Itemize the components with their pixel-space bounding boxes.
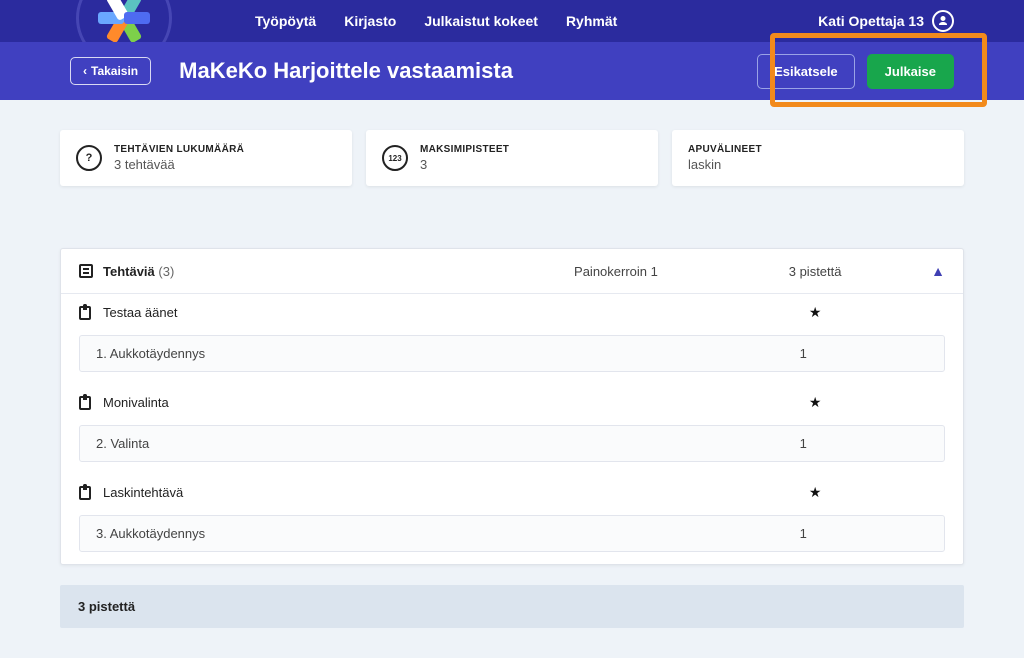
tasks-header-points: 3 pistettä <box>720 264 911 279</box>
summary-cards: ? TEHTÄVIEN LUKUMÄÄRÄ 3 tehtävää 123 MAK… <box>60 130 964 186</box>
task-item-points: 1 <box>712 526 895 541</box>
user-menu[interactable]: Kati Opettaja 13 <box>818 10 954 32</box>
task-group-row[interactable]: Laskintehtävä ★ <box>61 474 963 511</box>
card-task-count-value: 3 tehtävää <box>114 157 244 172</box>
top-nav: Työpöytä Kirjasto Julkaistut kokeet Ryhm… <box>0 0 1024 42</box>
back-button-label: Takaisin <box>91 64 138 78</box>
nav-item-library[interactable]: Kirjasto <box>344 13 396 29</box>
card-task-count-label: TEHTÄVIEN LUKUMÄÄRÄ <box>114 144 244 155</box>
user-name-label: Kati Opettaja 13 <box>818 13 924 29</box>
card-tools-value: laskin <box>688 157 948 172</box>
card-max-points: 123 MAKSIMIPISTEET 3 <box>366 130 658 186</box>
task-group-name: Laskintehtävä <box>103 485 183 500</box>
task-item-label: 1. Aukkotäydennys <box>96 346 512 361</box>
task-item-label: 2. Valinta <box>96 436 512 451</box>
action-button-group: Esikatsele Julkaise <box>757 54 954 89</box>
clipboard-icon <box>79 396 91 410</box>
nav-item-published[interactable]: Julkaistut kokeet <box>424 13 538 29</box>
nav-item-groups[interactable]: Ryhmät <box>566 13 617 29</box>
clipboard-icon <box>79 306 91 320</box>
points-123-icon: 123 <box>382 145 408 171</box>
task-group-name: Testaa äänet <box>103 305 177 320</box>
tasks-panel-header[interactable]: Tehtäviä (3) Painokerroin 1 3 pistettä ▲ <box>61 249 963 294</box>
card-max-points-label: MAKSIMIPISTEET <box>420 144 509 155</box>
task-item-row[interactable]: 3. Aukkotäydennys 1 <box>79 515 945 552</box>
preview-button[interactable]: Esikatsele <box>757 54 855 89</box>
task-item-points: 1 <box>712 346 895 361</box>
star-icon: ★ <box>809 304 822 320</box>
chevron-up-icon: ▲ <box>931 263 945 279</box>
page-subheader: ‹ Takaisin MaKeKo Harjoittele vastaamist… <box>0 42 1024 100</box>
publish-button[interactable]: Julkaise <box>867 54 954 89</box>
question-mark-icon: ? <box>76 145 102 171</box>
task-group-row[interactable]: Testaa äänet ★ <box>61 294 963 331</box>
total-points-bar: 3 pistettä <box>60 585 964 628</box>
collapse-toggle[interactable]: ▲ <box>910 263 945 279</box>
card-max-points-value: 3 <box>420 157 509 172</box>
clipboard-icon <box>79 486 91 500</box>
page-title: MaKeKo Harjoittele vastaamista <box>179 58 513 84</box>
card-task-count: ? TEHTÄVIEN LUKUMÄÄRÄ 3 tehtävää <box>60 130 352 186</box>
task-item-points: 1 <box>712 436 895 451</box>
task-item-row[interactable]: 2. Valinta 1 <box>79 425 945 462</box>
star-icon: ★ <box>809 484 822 500</box>
user-icon <box>932 10 954 32</box>
tasks-header-title: Tehtäviä <box>103 264 155 279</box>
task-item-label: 3. Aukkotäydennys <box>96 526 512 541</box>
task-group-name: Monivalinta <box>103 395 169 410</box>
nav-item-desktop[interactable]: Työpöytä <box>255 13 316 29</box>
star-icon: ★ <box>809 394 822 410</box>
list-icon <box>79 264 93 278</box>
task-group-row[interactable]: Monivalinta ★ <box>61 384 963 421</box>
card-tools-label: APUVÄLINEET <box>688 144 948 155</box>
card-tools: APUVÄLINEET laskin <box>672 130 964 186</box>
main-content: ? TEHTÄVIEN LUKUMÄÄRÄ 3 tehtävää 123 MAK… <box>0 100 1024 658</box>
back-button[interactable]: ‹ Takaisin <box>70 57 151 85</box>
chevron-left-icon: ‹ <box>83 64 87 78</box>
tasks-panel: Tehtäviä (3) Painokerroin 1 3 pistettä ▲… <box>60 248 964 565</box>
tasks-header-multiplier: Painokerroin 1 <box>512 264 720 279</box>
task-item-row[interactable]: 1. Aukkotäydennys 1 <box>79 335 945 372</box>
tasks-header-count: (3) <box>158 264 174 279</box>
logo-burst-icon <box>96 0 152 46</box>
